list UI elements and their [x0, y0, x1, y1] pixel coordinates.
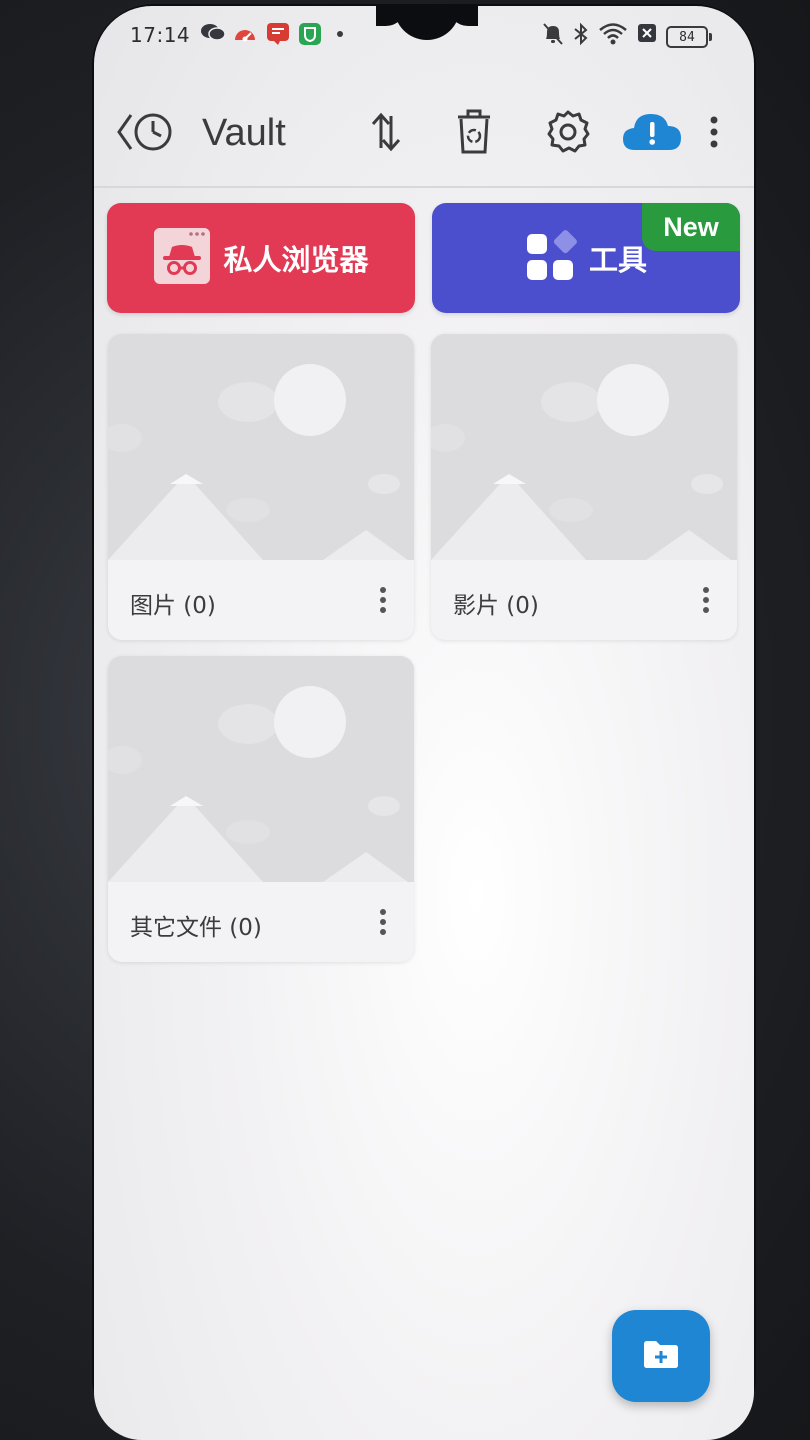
- toolbar-divider: [94, 186, 754, 188]
- more-vertical-icon[interactable]: [694, 104, 734, 160]
- shield-app-icon: [298, 22, 322, 46]
- folder-card-other-files[interactable]: 其它文件 (0): [108, 656, 414, 962]
- folder-more-icon[interactable]: [368, 902, 398, 942]
- wechat-icon: [200, 22, 226, 42]
- folder-card-images[interactable]: 图片 (0): [108, 334, 414, 640]
- image-placeholder-icon: [108, 656, 414, 882]
- add-folder-button[interactable]: [612, 1310, 710, 1402]
- bluetooth-icon: [572, 22, 590, 46]
- cloud-alert-icon[interactable]: [620, 104, 684, 160]
- status-bar: 17:14 84: [94, 6, 754, 66]
- image-placeholder-icon: [108, 334, 414, 560]
- add-folder-icon: [642, 1338, 680, 1374]
- app-toolbar: Vault: [94, 92, 754, 172]
- sim-off-icon: [636, 22, 658, 44]
- mute-bell-icon: [542, 22, 564, 46]
- folder-more-icon[interactable]: [368, 580, 398, 620]
- page-title: Vault: [202, 112, 286, 154]
- tools-button[interactable]: 工具 New: [432, 203, 740, 313]
- message-app-icon: [266, 22, 290, 46]
- sort-icon[interactable]: [358, 104, 414, 160]
- incognito-browser-icon: [153, 227, 211, 289]
- private-browser-label: 私人浏览器: [223, 243, 369, 277]
- private-browser-button[interactable]: 私人浏览器: [107, 203, 415, 313]
- apps-grid-icon: [525, 230, 577, 286]
- new-badge: New: [642, 203, 740, 251]
- status-time: 17:14: [130, 23, 191, 47]
- screen: 17:14 84 Vault 私人浏览器 工具 New 图片 (0) 影片 (0…: [94, 6, 754, 1440]
- wifi-icon: [598, 22, 628, 46]
- back-history-icon[interactable]: [110, 104, 180, 160]
- folder-label: 图片 (0): [130, 593, 216, 619]
- tools-label: 工具: [588, 243, 647, 277]
- speedometer-icon: [232, 22, 258, 44]
- folder-more-icon[interactable]: [691, 580, 721, 620]
- dot-icon: [336, 30, 344, 38]
- folder-label: 其它文件 (0): [130, 915, 262, 941]
- folder-card-videos[interactable]: 影片 (0): [431, 334, 737, 640]
- recycle-bin-icon[interactable]: [446, 104, 502, 160]
- gear-icon[interactable]: [540, 104, 596, 160]
- battery-icon: 84: [666, 26, 712, 48]
- folder-label: 影片 (0): [453, 593, 539, 619]
- image-placeholder-icon: [431, 334, 737, 560]
